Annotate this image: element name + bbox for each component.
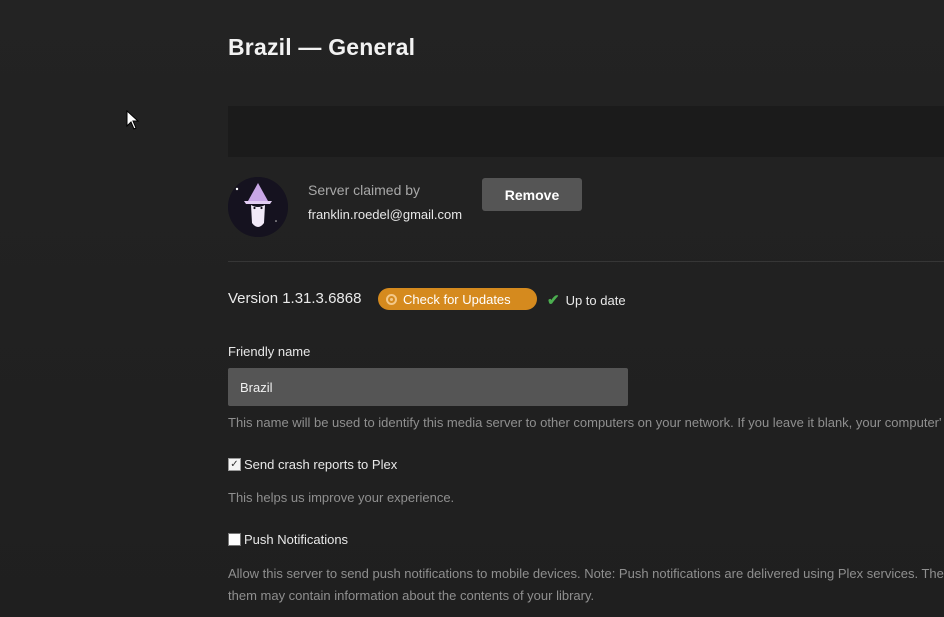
push-notifications-row: Push Notifications: [228, 532, 348, 547]
section-divider: [228, 261, 944, 262]
server-owner-email: franklin.roedel@gmail.com: [308, 207, 463, 222]
crash-reports-help: This helps us improve your experience.: [228, 490, 455, 505]
crash-reports-checkbox[interactable]: ✓: [228, 458, 241, 471]
friendly-name-input[interactable]: [228, 368, 628, 406]
friendly-name-help: This name will be used to identify this …: [228, 415, 942, 430]
crash-reports-label[interactable]: Send crash reports to Plex: [244, 457, 397, 472]
avatar: [228, 177, 288, 237]
check-for-updates-button[interactable]: Check for Updates: [378, 288, 537, 310]
mouse-cursor-icon: [126, 110, 140, 130]
push-notifications-checkbox[interactable]: [228, 533, 241, 546]
push-notifications-help-line2: them may contain information about the c…: [228, 588, 595, 603]
wizard-avatar-icon: [228, 177, 288, 237]
server-claimed-label: Server claimed by: [308, 182, 421, 198]
info-banner: [228, 106, 944, 157]
page-title: Brazil — General: [228, 34, 416, 60]
checkmark-icon: ✔: [547, 292, 560, 309]
refresh-icon: [386, 293, 397, 305]
friendly-name-label: Friendly name: [228, 344, 311, 359]
crash-reports-row: ✓ Send crash reports to Plex: [228, 457, 397, 472]
update-status: ✔ Up to date: [547, 291, 626, 309]
push-notifications-label[interactable]: Push Notifications: [244, 532, 348, 547]
push-notifications-help-line1: Allow this server to send push notificat…: [228, 566, 944, 581]
check-for-updates-label: Check for Updates: [403, 291, 511, 307]
remove-button[interactable]: Remove: [482, 178, 582, 211]
version-label: Version 1.31.3.6868: [228, 290, 362, 307]
update-status-label: Up to date: [565, 292, 626, 308]
